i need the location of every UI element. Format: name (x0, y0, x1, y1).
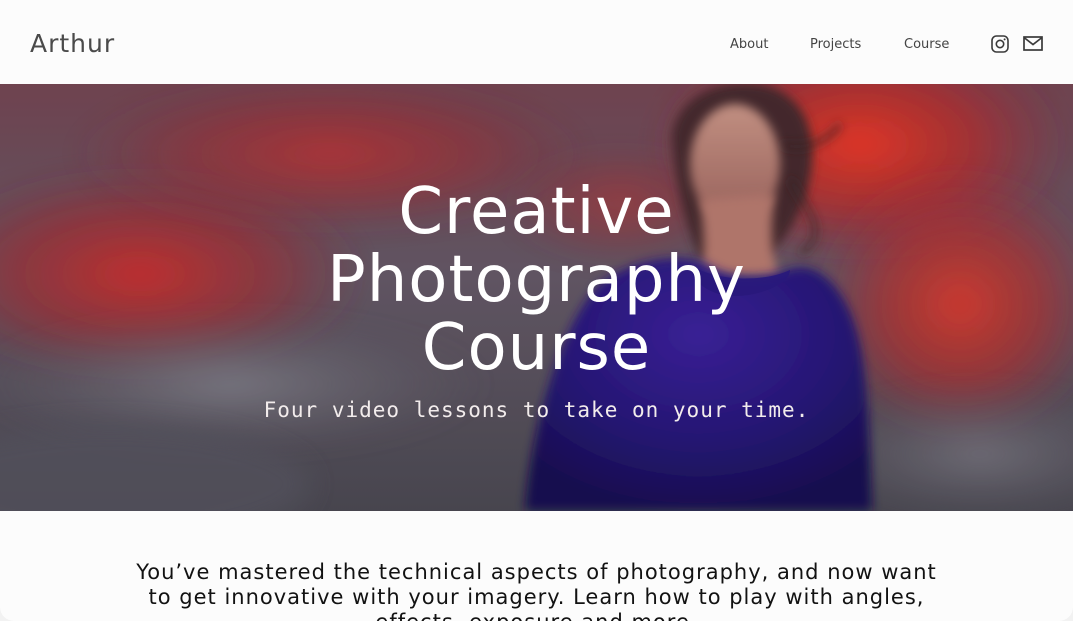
hero-title-line-3: Course (421, 311, 652, 385)
page: Arthur About Projects Course Creative Ph… (0, 0, 1073, 621)
instagram-icon-graphic (991, 35, 1009, 53)
hero-title-line-1: Creative (398, 175, 675, 249)
mail-icon-graphic (1023, 36, 1043, 51)
nav-link-projects[interactable]: Projects (810, 37, 861, 52)
hero-banner: Creative Photography Course Four video l… (0, 84, 1073, 511)
nav-link-course[interactable]: Course (904, 37, 949, 52)
instagram-icon[interactable] (990, 34, 1010, 54)
mail-icon[interactable] (1022, 34, 1043, 54)
intro-line-2: to get innovative with your imagery. Lea… (148, 585, 925, 609)
hero-subtitle: Four video lessons to take on your time. (263, 398, 810, 422)
intro-line-3: effects, exposure and more. (0, 610, 1073, 621)
site-logo[interactable]: Arthur (30, 29, 115, 58)
site-header: Arthur About Projects Course (0, 0, 1073, 84)
intro-line-1: You’ve mastered the technical aspects of… (136, 560, 937, 584)
intro-section: You’ve mastered the technical aspects of… (0, 560, 1073, 621)
nav-link-about[interactable]: About (730, 37, 768, 52)
hero-title-line-2: Photography (327, 243, 746, 317)
